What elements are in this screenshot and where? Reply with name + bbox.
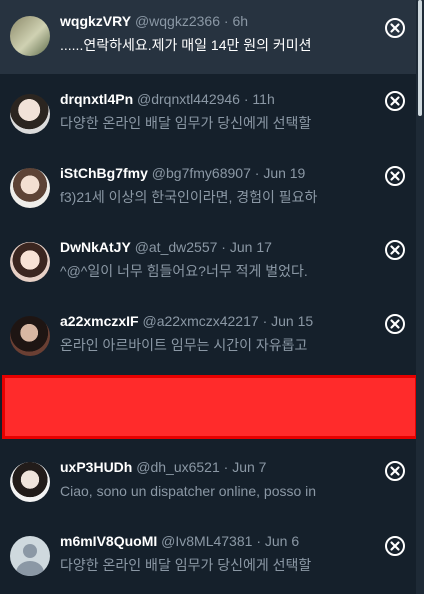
display-name[interactable]: m6mIV8QuoMI <box>60 533 157 549</box>
separator-dot: · <box>223 459 229 475</box>
user-handle: @at_dw2557 <box>134 239 218 255</box>
conversation-header: uxP3HUDh @dh_ux6521 · Jun 7 <box>60 458 350 476</box>
conversation-header: iStChBg7fmy @bg7fmy68907 · Jun 19 <box>60 164 350 182</box>
close-icon[interactable] <box>384 90 406 112</box>
timestamp: Jun 17 <box>229 239 272 255</box>
conversation-header: a22xmczxIF @a22xmczx42217 · Jun 15 <box>60 312 350 330</box>
avatar[interactable] <box>10 242 50 282</box>
display-name[interactable]: uxP3HUDh <box>60 459 132 475</box>
display-name[interactable]: DwNkAtJY <box>60 239 131 255</box>
conversation-row[interactable]: wqgkzVRY @wqgkz2366 · 6h ......연락하세요.제가 … <box>0 0 416 74</box>
avatar[interactable] <box>10 316 50 356</box>
conversation-header: DwNkAtJY @at_dw2557 · Jun 17 <box>60 238 350 256</box>
conversation-row[interactable]: iStChBg7fmy @bg7fmy68907 · Jun 19 f3)21세… <box>0 152 416 226</box>
message-preview: Ciao, sono un dispatcher online, posso i… <box>60 483 317 499</box>
close-icon[interactable] <box>384 239 406 261</box>
conversation-row[interactable]: uxP3HUDh @dh_ux6521 · Jun 7 Ciao, sono u… <box>0 446 416 520</box>
avatar[interactable] <box>10 462 50 502</box>
conversation-header: m6mIV8QuoMI @Iv8ML47381 · Jun 6 <box>60 532 350 550</box>
close-icon[interactable] <box>384 535 406 557</box>
close-icon[interactable] <box>384 313 406 335</box>
display-name[interactable]: drqnxtl4Pn <box>60 91 133 107</box>
user-handle: @wqgkz2366 <box>134 13 220 29</box>
conversation-content: iStChBg7fmy @bg7fmy68907 · Jun 19 f3)21세… <box>60 164 350 206</box>
message-preview: 다양한 온라인 배달 임무가 당신에게 선택할 <box>60 557 312 573</box>
avatar-head-shape <box>23 544 37 558</box>
conversation-content: DwNkAtJY @at_dw2557 · Jun 17 ^@^일이 너무 힘들… <box>60 238 350 280</box>
close-icon[interactable] <box>384 165 406 187</box>
timestamp: Jun 15 <box>271 313 314 329</box>
conversation-content: wqgkzVRY @wqgkz2366 · 6h ......연락하세요.제가 … <box>60 12 350 54</box>
user-handle: @dh_ux6521 <box>136 459 220 475</box>
close-icon[interactable] <box>384 17 406 39</box>
conversation-row[interactable]: a22xmczxIF @a22xmczx42217 · Jun 15 온라인 아… <box>0 300 416 374</box>
avatar[interactable] <box>10 94 50 134</box>
separator-dot: · <box>254 165 260 181</box>
conversation-content: drqnxtl4Pn @drqnxtl442946 · 11h 다양한 온라인 … <box>60 90 350 132</box>
timestamp: Jun 19 <box>263 165 306 181</box>
timestamp: 11h <box>252 91 275 107</box>
separator-dot: · <box>262 313 268 329</box>
message-preview: 다양한 온라인 배달 임무가 당신에게 선택할 <box>60 115 312 131</box>
message-preview: ^@^일이 너무 힘들어요?너무 적게 벌었다. <box>60 263 308 279</box>
timestamp: 6h <box>232 13 249 29</box>
conversation-list: wqgkzVRY @wqgkz2366 · 6h ......연락하세요.제가 … <box>0 0 424 594</box>
close-icon[interactable] <box>384 460 406 482</box>
conversation-header: drqnxtl4Pn @drqnxtl442946 · 11h <box>60 90 350 108</box>
conversation-content: m6mIV8QuoMI @Iv8ML47381 · Jun 6 다양한 온라인 … <box>60 532 350 574</box>
default-avatar-icon[interactable] <box>10 536 50 576</box>
timestamp: Jun 6 <box>264 533 300 549</box>
conversation-row[interactable]: drqnxtl4Pn @drqnxtl442946 · 11h 다양한 온라인 … <box>0 78 416 152</box>
message-preview: 온라인 아르바이트 임무는 시간이 자유롭고 <box>60 337 308 353</box>
display-name[interactable]: iStChBg7fmy <box>60 165 148 181</box>
avatar[interactable] <box>10 16 50 56</box>
redaction-block <box>2 375 418 439</box>
user-handle: @bg7fmy68907 <box>151 165 251 181</box>
user-handle: @Iv8ML47381 <box>161 533 253 549</box>
avatar-body-shape <box>16 561 44 576</box>
message-preview: f3)21세 이상의 한국인이라면, 경험이 필요하 <box>60 189 318 205</box>
conversation-row[interactable]: m6mIV8QuoMI @Iv8ML47381 · Jun 6 다양한 온라인 … <box>0 520 416 594</box>
user-handle: @drqnxtl442946 <box>137 91 240 107</box>
conversation-content: uxP3HUDh @dh_ux6521 · Jun 7 Ciao, sono u… <box>60 458 350 500</box>
avatar[interactable] <box>10 168 50 208</box>
conversation-row[interactable]: DwNkAtJY @at_dw2557 · Jun 17 ^@^일이 너무 힘들… <box>0 226 416 300</box>
separator-dot: · <box>221 239 226 255</box>
timestamp: Jun 7 <box>232 459 267 475</box>
user-handle: @a22xmczx42217 <box>142 313 259 329</box>
scrollbar-thumb[interactable] <box>418 0 422 116</box>
separator-dot: · <box>243 91 249 107</box>
message-preview: ......연락하세요.제가 매일 14만 원의 커미션 <box>60 37 312 53</box>
display-name[interactable]: wqgkzVRY <box>60 13 131 29</box>
display-name[interactable]: a22xmczxIF <box>60 313 139 329</box>
separator-dot: · <box>223 13 229 29</box>
conversation-header: wqgkzVRY @wqgkz2366 · 6h <box>60 12 350 30</box>
separator-dot: · <box>256 533 261 549</box>
conversation-content: a22xmczxIF @a22xmczx42217 · Jun 15 온라인 아… <box>60 312 350 354</box>
